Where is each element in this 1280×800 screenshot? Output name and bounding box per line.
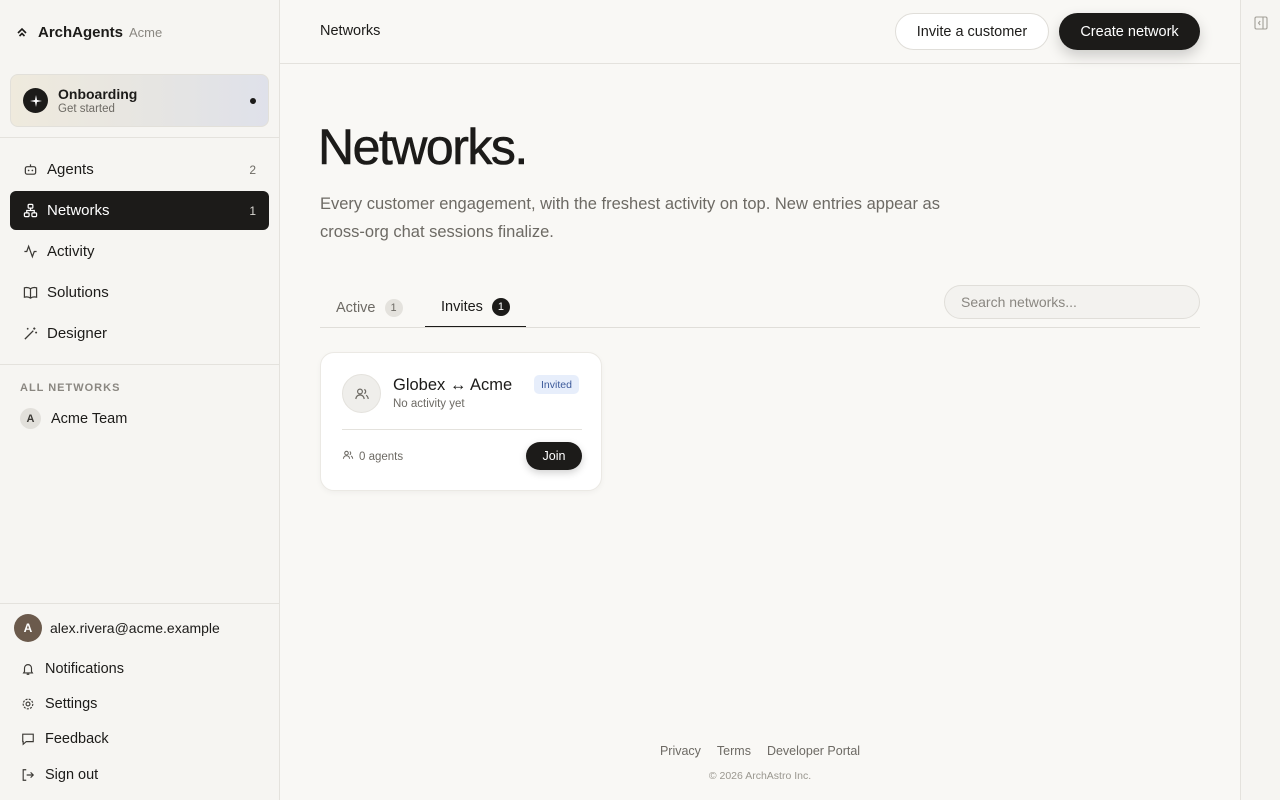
sidebar-item-count: 1	[249, 203, 256, 218]
network-title: Globex ↔ Acme	[393, 376, 513, 394]
sidebar-item-networks[interactable]: Networks 1	[10, 191, 269, 230]
footer-item-label: Settings	[45, 696, 98, 712]
breadcrumb: Networks	[320, 23, 381, 39]
users-small-icon	[342, 449, 354, 464]
onboarding-title: Onboarding	[58, 85, 138, 102]
footer-links: Privacy Terms Developer Portal	[280, 744, 1240, 758]
footer-item-label: Notifications	[45, 661, 124, 677]
agent-count-label: 0 agents	[359, 450, 404, 463]
network-card[interactable]: Globex ↔ Acme No activity yet Invited 0 …	[320, 352, 602, 491]
brand[interactable]: ArchAgents Acme	[16, 22, 162, 42]
wand-icon	[22, 326, 38, 342]
avatar: A	[14, 614, 42, 642]
sidebar-item-solutions[interactable]: Solutions	[10, 273, 269, 312]
tab-count-badge: 1	[491, 298, 510, 316]
sparkle-icon	[23, 88, 48, 113]
sidebar-item-label: Designer	[47, 325, 108, 342]
sidebar-item-activity[interactable]: Activity	[10, 232, 269, 271]
brand-name: ArchAgents	[38, 23, 124, 41]
footer-item-label: Feedback	[45, 731, 109, 747]
user-account[interactable]: A alex.rivera@acme.example	[14, 614, 220, 642]
sidebar-item-designer[interactable]: Designer	[10, 314, 269, 353]
sign-out-icon	[20, 768, 35, 783]
sidebar-item-notifications[interactable]: Notifications	[20, 659, 124, 679]
join-button[interactable]: Join	[526, 442, 582, 470]
sidebar-item-count: 2	[249, 162, 256, 177]
team-name: Acme Team	[51, 410, 128, 427]
page-description: Every customer engagement, with the fres…	[320, 195, 940, 241]
search-input[interactable]	[944, 285, 1200, 319]
sidebar-item-acme-team[interactable]: A Acme Team	[20, 408, 127, 429]
create-network-button[interactable]: Create network	[1059, 13, 1200, 50]
sidebar-item-agents[interactable]: Agents 2	[10, 150, 269, 189]
brand-org: Acme	[129, 24, 163, 40]
developer-portal-link[interactable]: Developer Portal	[767, 744, 860, 758]
agent-count: 0 agents	[342, 449, 403, 464]
robot-icon	[22, 162, 38, 178]
sidebar-item-feedback[interactable]: Feedback	[20, 729, 109, 749]
chevron-up-logo-icon	[16, 26, 28, 38]
sidebar-item-label: Solutions	[47, 284, 109, 301]
page-title: Networks.	[318, 119, 529, 176]
team-avatar: A	[20, 408, 41, 429]
tabs-divider	[320, 327, 1200, 328]
onboarding-card[interactable]: Onboarding Get started	[10, 74, 269, 127]
privacy-link[interactable]: Privacy	[660, 744, 701, 758]
book-icon	[22, 285, 38, 301]
sidebar-divider	[0, 603, 279, 604]
activity-icon	[22, 244, 38, 260]
sidebar-divider	[0, 364, 279, 365]
sidebar-divider	[0, 137, 279, 138]
user-email: alex.rivera@acme.example	[50, 620, 220, 636]
network-activity-status: No activity yet	[393, 398, 465, 410]
onboarding-subtitle: Get started	[58, 102, 115, 115]
footer-item-label: Sign out	[45, 767, 99, 783]
tab-label: Active	[336, 300, 376, 316]
users-icon	[342, 374, 381, 413]
copyright: © 2026 ArchAstro Inc.	[708, 770, 812, 782]
sidebar: ArchAgents Acme Onboarding Get started A…	[0, 0, 280, 800]
right-rail	[1240, 0, 1280, 800]
card-divider	[342, 429, 582, 430]
tab-count-badge: 1	[384, 299, 403, 317]
terms-link[interactable]: Terms	[717, 744, 751, 758]
panel-toggle-icon[interactable]	[1254, 16, 1268, 35]
sign-out-button[interactable]: Sign out	[20, 765, 98, 785]
gear-icon	[20, 697, 35, 712]
sidebar-item-label: Networks	[47, 202, 110, 219]
sidebar-item-label: Activity	[47, 243, 95, 260]
tab-label: Invites	[441, 299, 483, 315]
topbar: Networks Invite a customer Create networ…	[280, 0, 1240, 64]
status-badge: Invited	[534, 375, 579, 394]
sidebar-item-settings[interactable]: Settings	[20, 694, 97, 714]
tab-invites[interactable]: Invites 1	[425, 288, 526, 328]
section-label-all-networks: ALL NETWORKS	[20, 382, 121, 394]
network-icon	[22, 203, 38, 219]
message-icon	[20, 732, 35, 747]
onboarding-status-dot	[250, 98, 256, 104]
bell-icon	[20, 662, 35, 677]
tab-active[interactable]: Active 1	[320, 288, 419, 328]
sidebar-item-label: Agents	[47, 161, 94, 178]
invite-customer-button[interactable]: Invite a customer	[895, 13, 1049, 50]
